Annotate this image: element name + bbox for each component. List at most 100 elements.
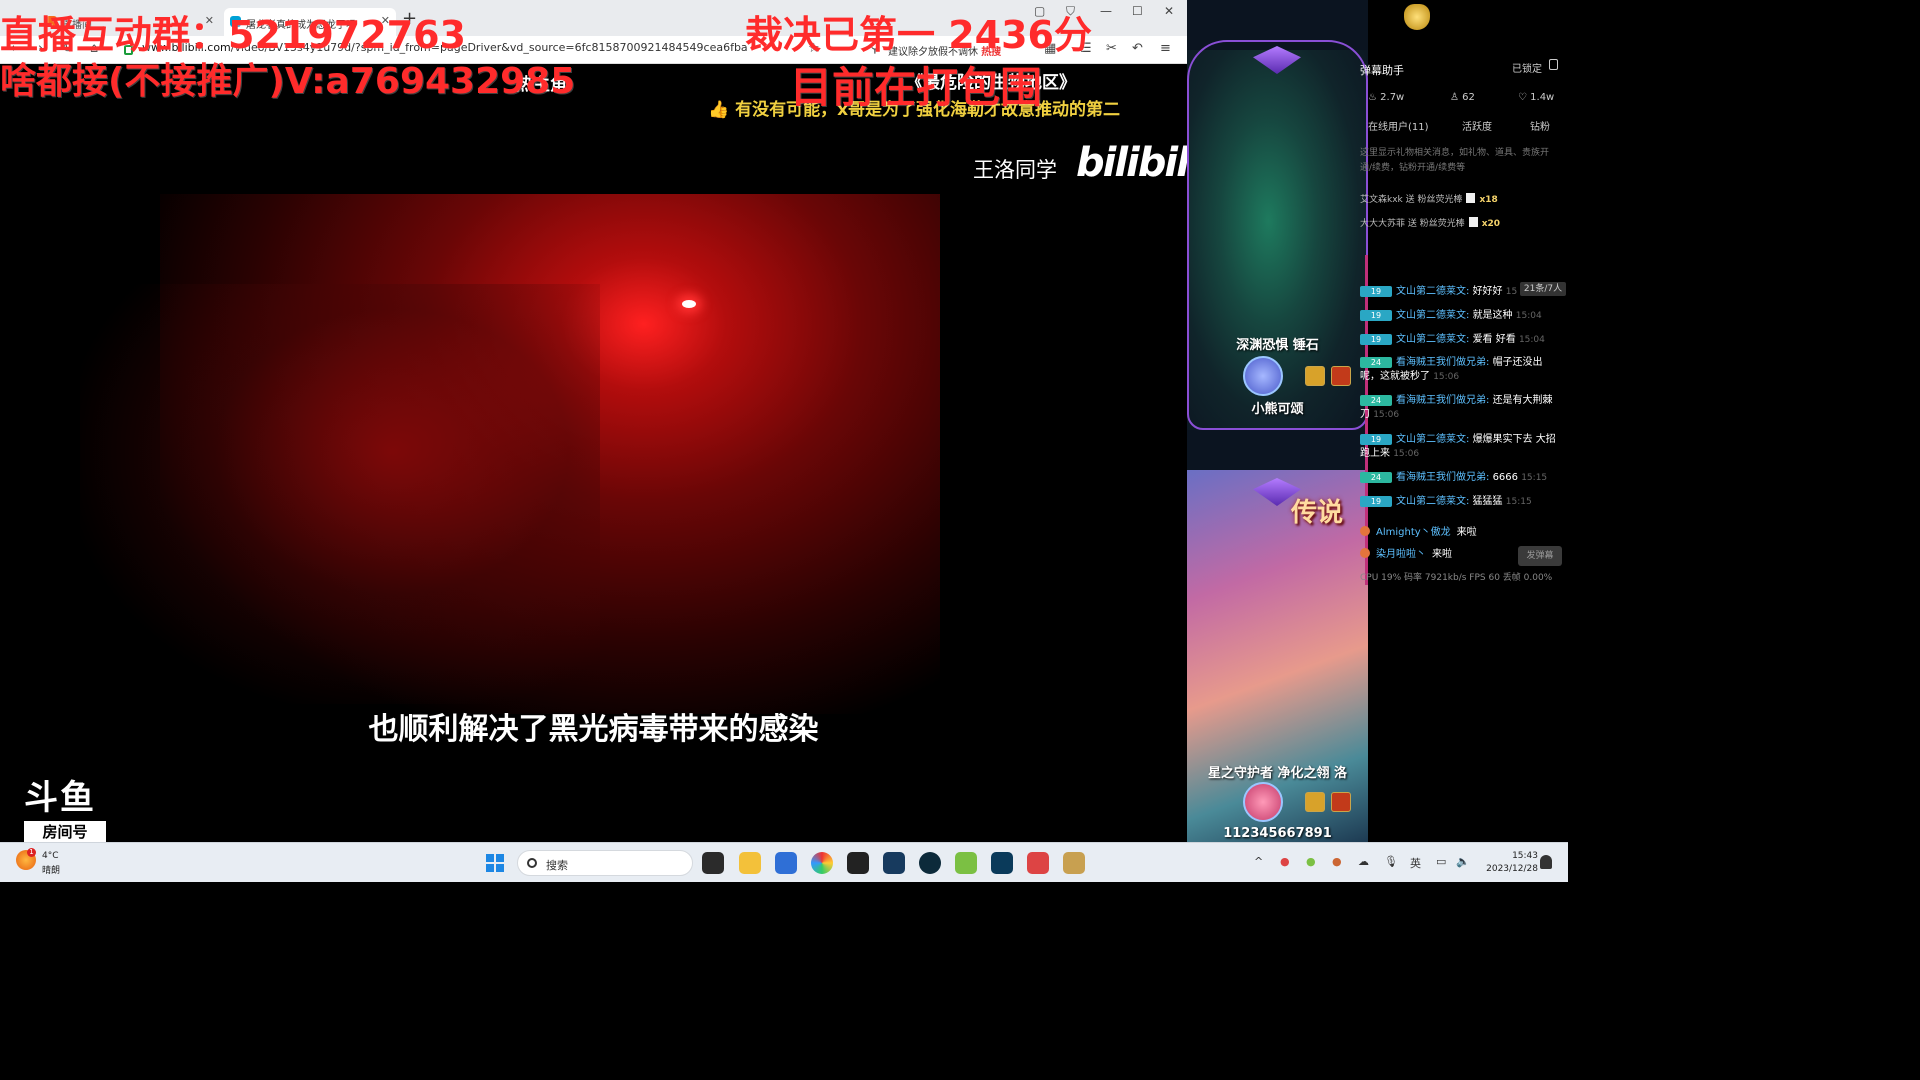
steam-icon[interactable]: [883, 852, 905, 874]
undo-icon[interactable]: ↶: [1132, 41, 1143, 56]
fire-icon: ♨: [1368, 92, 1377, 103]
entry-user: Almighty丶傲龙: [1376, 527, 1451, 538]
glowstick-icon: [1468, 217, 1478, 227]
bottom-skin-name: 星之守护者 净化之翎 洛: [1207, 766, 1348, 781]
user-badge-icon: [1360, 548, 1370, 558]
scissors-icon[interactable]: ✂: [1106, 41, 1117, 56]
bilibili-logo: bilibili: [1076, 140, 1187, 186]
user-icon: ♙: [1450, 92, 1459, 103]
windows-taskbar: 1 4°C 晴朗 搜索 ^ ● ● ● ☁ 🎙 英 ▭ 🔈 15:43 2023…: [0, 842, 1568, 882]
ime-indicator[interactable]: 英: [1410, 855, 1421, 871]
video-frame-shadow: [80, 284, 600, 704]
glowstick-icon: [1466, 193, 1476, 203]
wegame-icon[interactable]: [955, 852, 977, 874]
windows-start-icon[interactable]: [486, 854, 504, 872]
chat-time: 15:04: [1518, 335, 1545, 345]
system-clock[interactable]: 15:43 2023/12/28: [1482, 850, 1538, 876]
obs-like-icon[interactable]: [1027, 852, 1049, 874]
gift-hint-text: 这里显示礼物相关消息，如礼物、道具、贵族开通/续费，钻粉开通/续费等: [1360, 148, 1550, 173]
status-overlay: 目前在打包围: [790, 63, 1043, 112]
gift-count: x20: [1481, 219, 1501, 229]
user-entry: 染月啦啦丶 来啦: [1360, 545, 1452, 560]
clock-time: 15:43: [1512, 851, 1538, 861]
level-badge: 19: [1360, 310, 1392, 321]
task-view-icon[interactable]: [702, 852, 724, 874]
legend-rank-badge: 传说: [1291, 498, 1344, 528]
search-icon: [527, 858, 537, 868]
network-icon[interactable]: ▭: [1436, 855, 1446, 868]
chat-message: 19 文山第二德莱文: 好好好 15: [1360, 285, 1560, 299]
chevron-up-icon[interactable]: ^: [1254, 855, 1263, 868]
store-icon[interactable]: [775, 852, 797, 874]
trophy-icon: [1404, 4, 1430, 30]
business-contact-overlay: 啥都接(不接推广)V:a769432985: [0, 61, 576, 102]
close-window-icon[interactable]: ✕: [1164, 4, 1174, 18]
minimize-icon[interactable]: —: [1100, 4, 1112, 18]
chat-user: 文山第二德莱文:: [1396, 286, 1470, 297]
tray-app-icon[interactable]: ●: [1306, 855, 1316, 868]
likes-value: 1.4w: [1530, 92, 1555, 103]
chat-text: 就是这种: [1472, 310, 1513, 321]
volume-icon[interactable]: 🔈: [1456, 855, 1470, 868]
taskbar-search-input[interactable]: 搜索: [517, 850, 693, 876]
chat-text: 猛猛猛: [1472, 496, 1503, 507]
douyu-logo: 斗鱼: [24, 778, 96, 818]
chat-text: 爱看 好看: [1472, 334, 1516, 345]
flash-spell-icon: [1305, 792, 1325, 812]
clock-date: 2023/12/28: [1486, 864, 1538, 874]
tray-app-icon[interactable]: ●: [1280, 855, 1290, 868]
microphone-icon[interactable]: 🎙: [1384, 855, 1398, 868]
tab-activity[interactable]: 活跃度: [1462, 118, 1492, 133]
gift-user: 艾文森kxk 送 粉丝荧光棒: [1360, 195, 1463, 205]
menu-icon[interactable]: ≡: [1160, 41, 1171, 56]
glowing-eye: [682, 300, 696, 308]
user-entry: Almighty丶傲龙 来啦: [1360, 523, 1477, 538]
lock-icon[interactable]: [1549, 59, 1558, 70]
douyu-watermark: 斗鱼 房间号: [24, 770, 110, 843]
weather-desc: 晴朗: [42, 866, 61, 876]
users-stat: ♙ 62: [1450, 92, 1475, 103]
assistant-title: 弹幕助手: [1360, 64, 1404, 77]
league-client-icon[interactable]: [991, 852, 1013, 874]
league-icon[interactable]: [1063, 852, 1085, 874]
level-badge: 24: [1360, 395, 1392, 406]
chat-message: 19 文山第二德莱文: 就是这种 15:04: [1360, 309, 1560, 323]
tab-online-users[interactable]: 在线用户(11): [1368, 118, 1429, 133]
chat-message: 24 看海贼王我们做兄弟: 还是有大荆棘刀 15:06: [1360, 394, 1560, 422]
video-player[interactable]: 热主角 《最危险的生物地区》 👍 有没有可能，x哥是为了强化海勒才故意推动的第二…: [0, 64, 1187, 842]
notification-bell-icon[interactable]: [1540, 855, 1552, 869]
chat-text: 6666: [1492, 472, 1519, 483]
uploader-watermark: 王洛同学: [973, 158, 1057, 182]
chat-user: 看海贼王我们做兄弟:: [1396, 357, 1490, 368]
weather-temp: 4°C: [42, 851, 59, 861]
chat-message: 24 看海贼王我们做兄弟: 帽子还没出呢，这就被秒了 15:06: [1360, 356, 1560, 384]
browser-icon[interactable]: [811, 852, 833, 874]
chat-user: 文山第二德莱文:: [1396, 434, 1470, 445]
gift-count: x18: [1479, 195, 1498, 205]
video-subtitle: 也顺利解决了黑光病毒带来的感染: [368, 712, 819, 747]
game-app-icon[interactable]: [847, 852, 869, 874]
heart-icon: ♡: [1518, 92, 1527, 103]
chat-message: 19 文山第二德莱文: 猛猛猛 15:15: [1360, 495, 1560, 509]
fan-group-overlay: 直播互动群：521972763: [0, 13, 466, 57]
level-badge: 19: [1360, 434, 1392, 445]
maximize-icon[interactable]: ☐: [1132, 4, 1143, 18]
tab-diamond-fans[interactable]: 钻粉: [1530, 118, 1550, 133]
entry-user: 染月啦啦丶: [1376, 549, 1426, 560]
top-skin-name: 深渊恐惧 锤石: [1236, 338, 1319, 353]
entry-text: 来啦: [1456, 527, 1477, 538]
chat-time: 15: [1505, 287, 1518, 297]
ignite-spell-icon: [1331, 366, 1351, 386]
cloud-icon[interactable]: ☁: [1358, 855, 1369, 868]
lock-status[interactable]: 已锁定: [1512, 60, 1542, 75]
chat-user: 看海贼王我们做兄弟:: [1396, 472, 1490, 483]
file-explorer-icon[interactable]: [739, 852, 761, 874]
level-badge: 24: [1360, 472, 1392, 483]
power-app-icon[interactable]: [919, 852, 941, 874]
tray-app-icon[interactable]: ●: [1332, 855, 1342, 868]
level-badge: 19: [1360, 496, 1392, 507]
users-value: 62: [1462, 92, 1475, 103]
entry-text: 来啦: [1432, 549, 1452, 560]
send-danmaku-button[interactable]: 发弹幕: [1518, 546, 1562, 566]
flash-spell-icon: [1305, 366, 1325, 386]
